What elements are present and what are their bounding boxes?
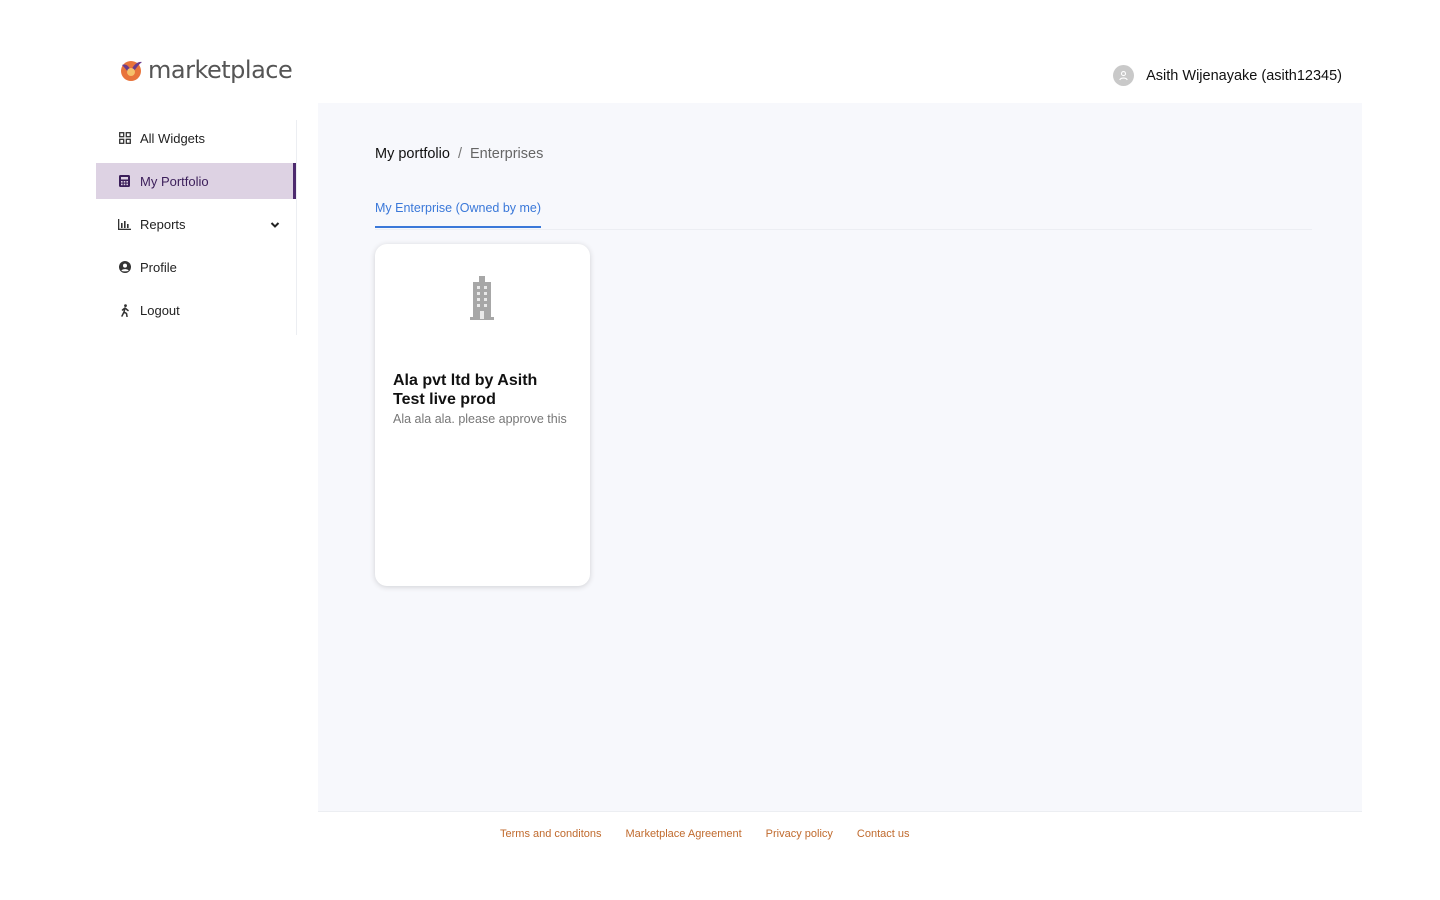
user-name: Asith Wijenayake (asith12345) (1146, 67, 1342, 84)
sidebar: marketplace All Widgets My Portfolio Rep… (96, 50, 318, 850)
footer-link-agreement[interactable]: Marketplace Agreement (626, 828, 742, 840)
breadcrumb-current-page: Enterprises (469, 146, 544, 162)
footer-link-privacy[interactable]: Privacy policy (766, 828, 833, 840)
building-icon (469, 275, 495, 321)
sidebar-item-label: Profile (140, 259, 177, 275)
tab-bar: My Enterprise (Owned by me) (375, 195, 1312, 230)
brand-name: marketplace (148, 56, 293, 84)
breadcrumb-root[interactable]: My portfolio (375, 146, 450, 162)
footer: Terms and conditons Marketplace Agreemen… (318, 811, 1362, 850)
breadcrumb: My portfolio / Enterprises (375, 146, 543, 162)
brand-logo[interactable]: marketplace (118, 54, 293, 86)
avatar-icon (1113, 65, 1135, 86)
sidebar-item-logout[interactable]: Logout (96, 292, 296, 328)
sidebar-item-label: My Portfolio (140, 173, 209, 189)
grid-icon (118, 132, 131, 145)
card-description: Ala ala ala. please approve this (393, 412, 567, 426)
sidebar-nav: All Widgets My Portfolio Reports Profile… (96, 120, 297, 335)
sidebar-item-reports[interactable]: Reports (96, 206, 296, 242)
card-title: Ala pvt ltd by Asith Test live prod (393, 372, 538, 408)
enterprise-card[interactable]: Ala pvt ltd by Asith Test live prod Ala … (375, 244, 590, 586)
user-menu[interactable]: Asith Wijenayake (asith12345) (1113, 65, 1342, 86)
tab-my-enterprise[interactable]: My Enterprise (Owned by me) (375, 201, 542, 228)
calculator-icon (118, 175, 131, 188)
marketplace-logo-icon (118, 57, 144, 83)
sidebar-item-label: Logout (140, 302, 180, 318)
sidebar-item-label: Reports (140, 216, 186, 232)
sidebar-item-profile[interactable]: Profile (96, 249, 296, 285)
footer-links: Terms and conditons Marketplace Agreemen… (500, 828, 910, 840)
bar-chart-icon (118, 218, 131, 231)
sidebar-item-label: All Widgets (140, 130, 206, 146)
main-content: My portfolio / Enterprises My Enterprise… (318, 103, 1362, 811)
top-bar: Asith Wijenayake (asith12345) (318, 50, 1362, 103)
footer-link-terms[interactable]: Terms and conditons (500, 828, 602, 840)
user-circle-icon (118, 261, 131, 274)
sidebar-item-my-portfolio[interactable]: My Portfolio (96, 163, 296, 199)
chevron-down-icon[interactable] (270, 218, 280, 228)
breadcrumb-separator: / (457, 146, 462, 162)
walking-person-icon (118, 303, 131, 317)
sidebar-item-all-widgets[interactable]: All Widgets (96, 120, 296, 156)
footer-link-contact[interactable]: Contact us (857, 828, 910, 840)
app-window: marketplace All Widgets My Portfolio Rep… (96, 50, 1362, 850)
